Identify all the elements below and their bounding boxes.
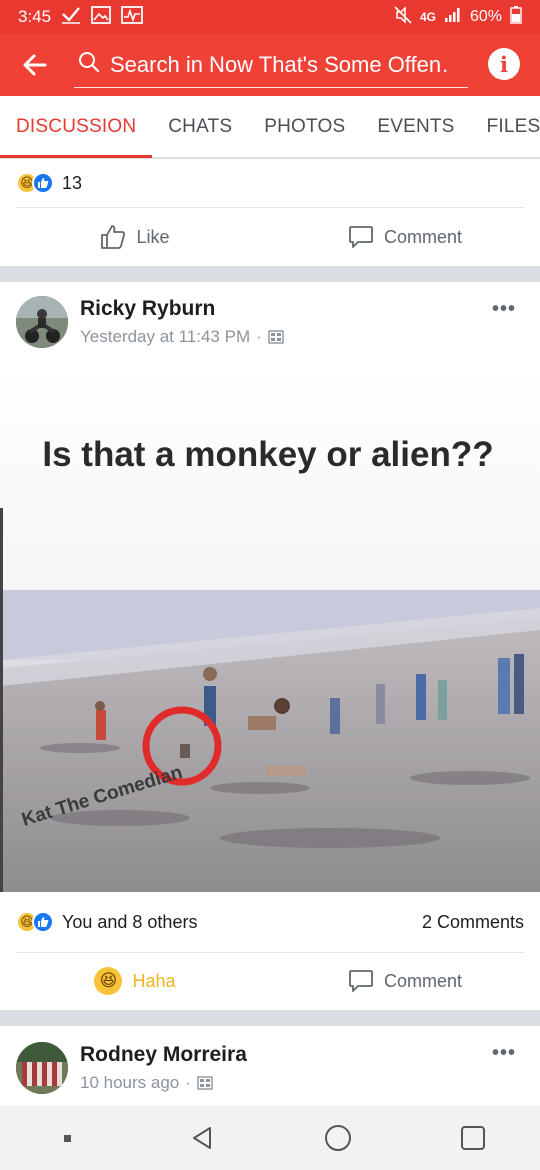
tab-label: DISCUSSION: [16, 115, 137, 137]
post-image[interactable]: Is that a monkey or alien?? Kat The Come…: [0, 368, 540, 892]
back-triangle-icon[interactable]: [183, 1118, 223, 1158]
status-time: 3:45: [18, 7, 52, 26]
back-arrow-icon: [23, 54, 47, 76]
tab-events[interactable]: EVENTS: [361, 96, 470, 158]
battery-percent: 60%: [469, 8, 502, 25]
back-button[interactable]: [0, 34, 70, 96]
search-icon: [78, 51, 100, 78]
system-nav-bar: [0, 1106, 540, 1170]
post-header: Rodney Morreira 10 hours ago · •••: [0, 1026, 540, 1108]
info-button[interactable]: i: [488, 48, 520, 80]
tab-chats[interactable]: CHATS: [152, 96, 248, 158]
thumbs-up-icon: [101, 225, 126, 249]
tab-photos[interactable]: PHOTOS: [248, 96, 361, 158]
tab-label: PHOTOS: [264, 115, 346, 137]
overview-square-icon[interactable]: [453, 1118, 493, 1158]
separator-dot: ·: [256, 327, 262, 346]
recent-apps-dot-icon[interactable]: [48, 1118, 88, 1158]
group-privacy-icon: [197, 1076, 213, 1090]
post-card: Ricky Ryburn Yesterday at 11:43 PM · •••: [0, 282, 540, 1010]
search-box[interactable]: [74, 42, 468, 88]
reaction-count: 13: [62, 172, 83, 193]
mute-icon: [394, 5, 412, 29]
comment-label: Comment: [383, 226, 463, 247]
post-reaction-summary[interactable]: 😆 You and 8 others 2 Comments: [0, 892, 540, 952]
next-post-card: Rodney Morreira 10 hours ago · •••: [0, 1026, 540, 1106]
post-options-button[interactable]: •••: [492, 298, 516, 321]
avatar[interactable]: [16, 296, 68, 348]
activity-icon: [121, 5, 143, 29]
comment-button[interactable]: Comment: [270, 224, 540, 250]
like-button[interactable]: Like: [0, 224, 270, 250]
previous-post-footer: 😆 13 Like Comment: [0, 159, 540, 266]
app-bar: i: [0, 34, 540, 96]
haha-icon: 😆: [94, 967, 123, 995]
beach-photo: Is that a monkey or alien?? Kat The Come…: [0, 368, 540, 892]
separator-dot: ·: [185, 1073, 191, 1092]
home-circle-icon[interactable]: [318, 1118, 358, 1158]
reaction-summary[interactable]: 😆 13: [0, 159, 540, 207]
like-reaction-icon: [32, 911, 54, 933]
signal-icon: [444, 7, 462, 28]
tab-discussion[interactable]: DISCUSSION: [0, 96, 153, 158]
post-options-button[interactable]: •••: [492, 1042, 516, 1065]
reactors-text[interactable]: You and 8 others: [62, 912, 197, 933]
haha-button[interactable]: 😆 Haha: [0, 967, 270, 995]
post-author[interactable]: Rodney Morreira: [80, 1043, 247, 1067]
check-icon: [61, 6, 81, 29]
comment-icon: [349, 226, 373, 248]
image-caption: Is that a monkey or alien??: [42, 435, 493, 474]
group-tabs: DISCUSSION CHATS PHOTOS EVENTS FILES: [0, 96, 540, 158]
battery-icon: [510, 5, 522, 29]
tab-label: EVENTS: [377, 115, 455, 137]
post-timestamp[interactable]: 10 hours ago: [80, 1073, 179, 1093]
haha-label: Haha: [132, 970, 176, 991]
post-timestamp[interactable]: Yesterday at 11:43 PM: [80, 327, 250, 347]
search-input[interactable]: [110, 51, 450, 78]
tab-files[interactable]: FILES: [471, 96, 540, 158]
comment-icon: [349, 970, 373, 992]
like-reaction-icon: [32, 172, 54, 194]
network-type: 4G: [419, 10, 436, 24]
info-icon: i: [500, 51, 508, 77]
comment-button[interactable]: Comment: [270, 968, 540, 994]
tab-label: FILES: [486, 115, 540, 137]
comments-count[interactable]: 2 Comments: [422, 912, 524, 933]
avatar[interactable]: [16, 1042, 68, 1094]
post-author[interactable]: Ricky Ryburn: [80, 297, 284, 321]
tab-label: CHATS: [168, 115, 233, 137]
post-header: Ricky Ryburn Yesterday at 11:43 PM · •••: [0, 282, 540, 362]
comment-label: Comment: [383, 970, 463, 991]
group-privacy-icon: [268, 330, 284, 344]
status-bar: 3:45 4G 60%: [0, 0, 540, 34]
like-label: Like: [136, 226, 170, 247]
image-notification-icon: [91, 5, 111, 29]
